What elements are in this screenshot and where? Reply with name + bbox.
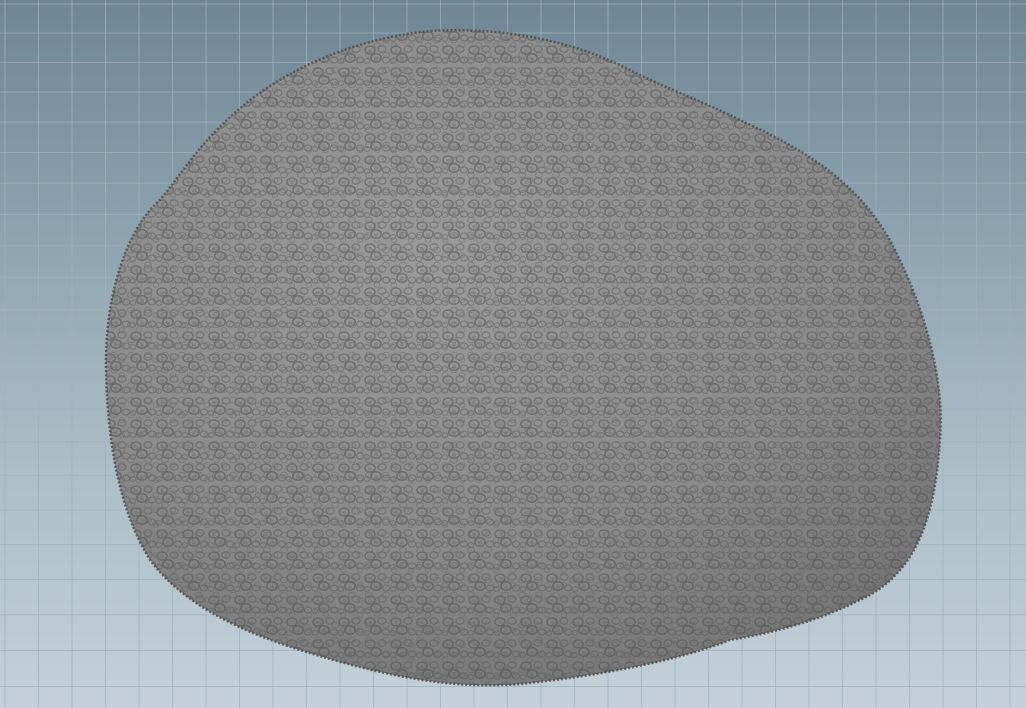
3d-viewport[interactable]	[0, 0, 1026, 708]
rock-mesh[interactable]	[0, 0, 1026, 708]
